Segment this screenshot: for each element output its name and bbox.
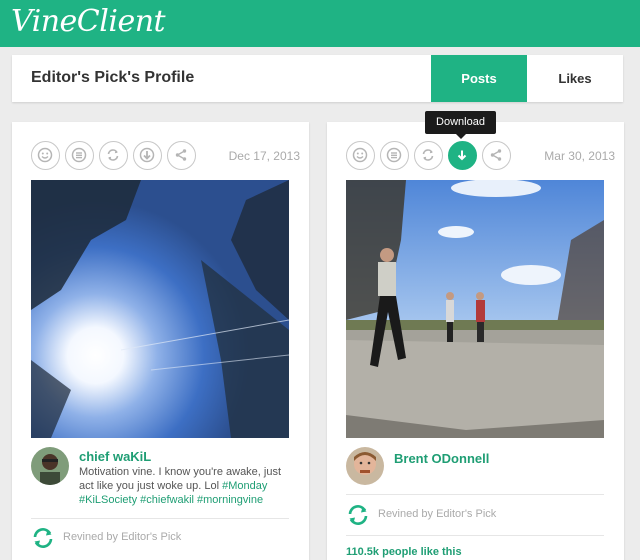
- hashtag-link[interactable]: #morningvine: [197, 494, 263, 506]
- avatar[interactable]: [346, 447, 384, 485]
- video-image: [31, 180, 289, 438]
- share-icon: [490, 149, 502, 161]
- smile-icon: [352, 147, 368, 163]
- divider: [346, 535, 604, 536]
- divider: [31, 518, 289, 519]
- smile-icon: [37, 147, 53, 163]
- download-button[interactable]: [133, 141, 162, 170]
- video-thumbnail[interactable]: [31, 180, 289, 438]
- like-button[interactable]: [31, 141, 60, 170]
- download-icon: [457, 150, 467, 161]
- share-button[interactable]: [167, 141, 196, 170]
- top-bar: VineClient: [0, 0, 640, 47]
- comments-button[interactable]: [65, 141, 94, 170]
- like-button[interactable]: [346, 141, 375, 170]
- profile-header: Editor's Pick's Profile Posts Likes: [12, 55, 623, 102]
- hashtag-link[interactable]: #chiefwakil: [140, 494, 194, 506]
- author-name[interactable]: Brent ODonnell: [394, 451, 489, 466]
- revine-button[interactable]: [414, 141, 443, 170]
- likes-count[interactable]: 110.5k people like this: [346, 546, 462, 558]
- download-button[interactable]: [448, 141, 477, 170]
- tab-posts[interactable]: Posts: [431, 55, 527, 102]
- post-date: Mar 30, 2013: [544, 149, 615, 163]
- revine-icon: [348, 505, 368, 525]
- hashtag-link[interactable]: #KiLSociety: [79, 494, 137, 506]
- revine-icon: [422, 149, 434, 161]
- comments-button[interactable]: [380, 141, 409, 170]
- list-icon: [386, 147, 402, 163]
- post-card: Dec 17, 2013 chief waKiL Motivation vine…: [12, 122, 309, 560]
- share-button[interactable]: [482, 141, 511, 170]
- share-icon: [175, 149, 187, 161]
- divider: [346, 494, 604, 495]
- profile-title: Editor's Pick's Profile: [31, 69, 195, 86]
- hashtag-link[interactable]: #Monday: [222, 480, 267, 492]
- post-description: Motivation vine. I know you're awake, ju…: [79, 465, 291, 507]
- list-icon: [71, 147, 87, 163]
- app-logo[interactable]: VineClient: [11, 4, 166, 39]
- author-name[interactable]: chief waKiL: [79, 449, 151, 464]
- revine-button[interactable]: [99, 141, 128, 170]
- download-tooltip: Download: [425, 111, 496, 139]
- revined-label[interactable]: Revined by Editor's Pick: [63, 531, 181, 543]
- tab-likes[interactable]: Likes: [527, 55, 623, 102]
- post-card: Mar 30, 2013 Brent ODonnell Revined by E…: [327, 122, 624, 560]
- video-image: [346, 180, 604, 438]
- revined-label[interactable]: Revined by Editor's Pick: [378, 508, 496, 520]
- avatar[interactable]: [31, 447, 69, 485]
- post-date: Dec 17, 2013: [228, 149, 300, 163]
- revine-icon: [33, 528, 53, 548]
- video-thumbnail[interactable]: [346, 180, 604, 438]
- download-icon: [139, 147, 155, 163]
- revine-icon: [107, 149, 119, 161]
